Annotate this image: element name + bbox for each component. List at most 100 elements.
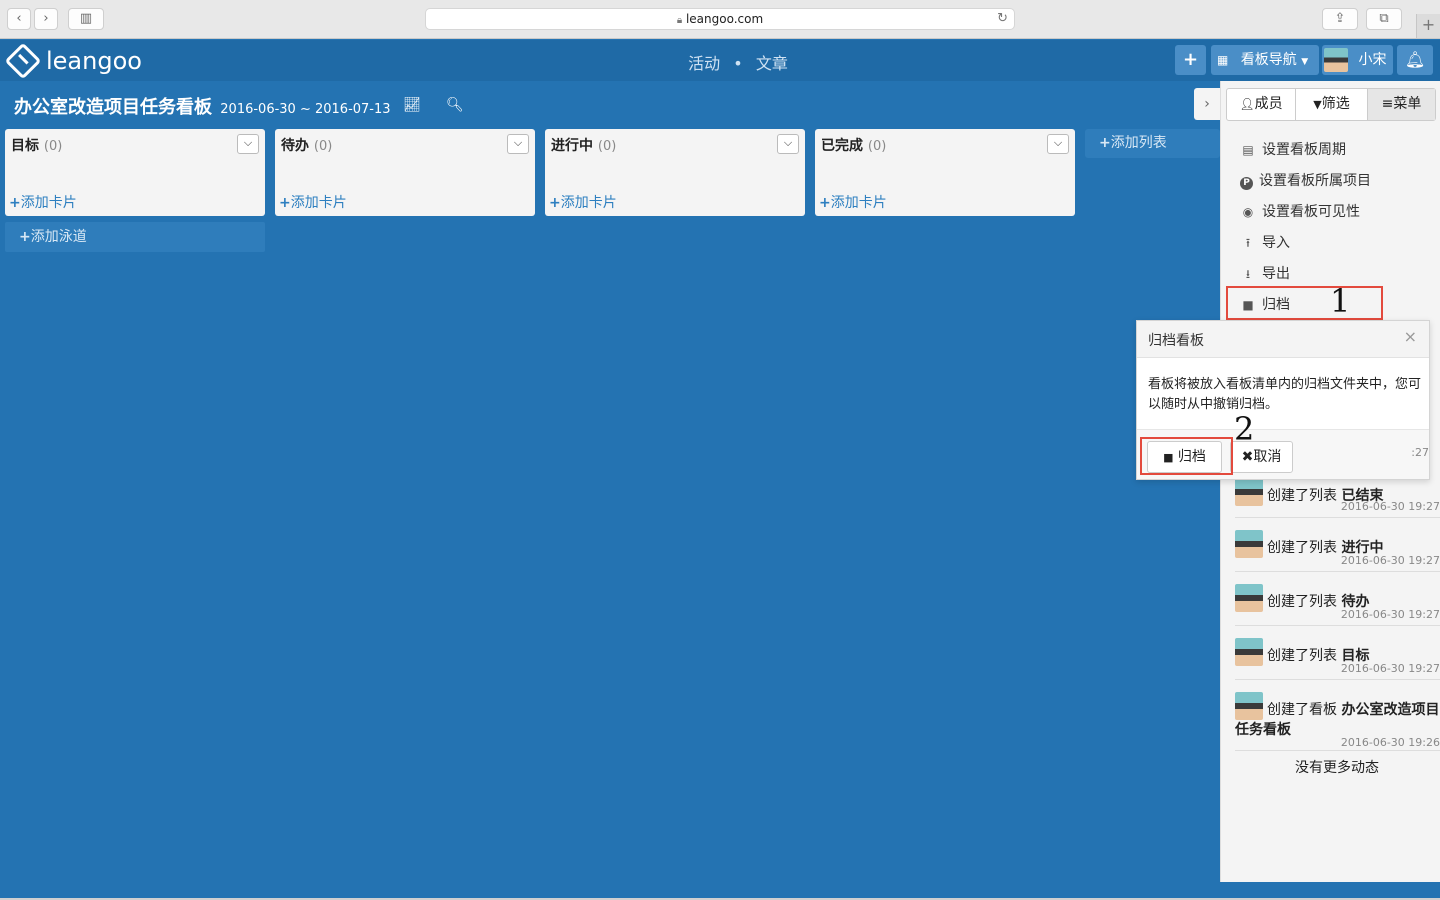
user-avatar — [1324, 48, 1348, 72]
board-title: 办公室改造项目任务看板 2016-06-30 ~ 2016-07-13 — [14, 93, 391, 119]
list-in-progress: 进行中 (0) ⌵ +添加卡片 — [545, 129, 805, 216]
plus-icon: + — [279, 195, 291, 211]
add-card-link[interactable]: +添加卡片 — [9, 192, 77, 212]
list-menu-button[interactable]: ⌵ — [237, 134, 259, 154]
add-list-button[interactable]: +添加列表 — [1085, 129, 1220, 158]
board-nav-button[interactable]: ▦ 看板导航 ▼ — [1211, 45, 1319, 75]
activity-time-stub: :27 — [1411, 446, 1429, 459]
user-menu-button[interactable]: 小宋 — [1322, 45, 1393, 75]
nav-separator: • — [733, 54, 743, 73]
chart-icon[interactable]: 📈︎ — [403, 97, 421, 113]
tabs-icon: ⧉ — [1379, 11, 1389, 26]
chevron-down-icon: ⌵ — [243, 136, 253, 149]
menu-set-visibility[interactable]: ◉ 设置看板可见性 — [1240, 201, 1360, 221]
list-count: (0) — [867, 139, 887, 154]
chevron-left-icon: ‹ — [16, 11, 22, 26]
add-button[interactable]: + — [1175, 45, 1206, 75]
collapse-panel-button[interactable]: › — [1194, 88, 1220, 120]
tab-members[interactable]: 👤︎成员 — [1227, 89, 1296, 120]
address-bar[interactable]: 🔒︎ leangoo.com ↻ — [425, 8, 1015, 30]
close-icon: ✖ — [1241, 449, 1254, 465]
list-goals: 目标 (0) ⌵ +添加卡片 — [5, 129, 265, 216]
tab-menu[interactable]: ≡菜单 — [1368, 89, 1435, 120]
list-title: 目标 (0) — [11, 138, 63, 154]
list-todo: 待办 (0) ⌵ +添加卡片 — [275, 129, 535, 216]
tabs-button[interactable]: ⧉ — [1366, 8, 1402, 30]
nav-activity[interactable]: 活动 — [688, 54, 720, 73]
activity-divider — [1235, 571, 1440, 572]
plus-icon: + — [9, 195, 21, 211]
plus-icon: + — [19, 229, 31, 245]
sidebar-toggle-button[interactable]: ▥ — [68, 8, 104, 30]
list-menu-button[interactable]: ⌵ — [507, 134, 529, 154]
activity-divider — [1235, 679, 1440, 680]
plus-icon: + — [1099, 135, 1111, 151]
chevron-down-icon: ⌵ — [783, 136, 793, 149]
bars-icon: ≡ — [1381, 96, 1394, 112]
activity-time: 2016-06-30 19:27 — [1340, 662, 1440, 675]
highlight-box-1 — [1226, 286, 1383, 320]
list-title: 待办 (0) — [281, 138, 333, 154]
activity-avatar — [1235, 638, 1263, 666]
download-icon: ⭳ — [1245, 267, 1251, 281]
popover-title: 归档看板 — [1148, 333, 1204, 349]
activity-item: 创建了看板 办公室改造项目任务看板 — [1235, 692, 1440, 740]
menu-set-period[interactable]: ▤ 设置看板周期 — [1240, 139, 1346, 159]
filter-icon: ▼ — [1313, 98, 1322, 111]
list-menu-button[interactable]: ⌵ — [777, 134, 799, 154]
chevron-right-icon: › — [1204, 96, 1210, 112]
sidebar-icon: ▥ — [79, 11, 93, 26]
reload-icon[interactable]: ↻ — [997, 9, 1008, 29]
list-count: (0) — [43, 139, 63, 154]
chevron-right-icon: › — [43, 11, 49, 26]
activity-avatar — [1235, 530, 1263, 558]
back-button[interactable]: ‹ — [7, 8, 31, 30]
board-nav-label: 看板导航 — [1240, 52, 1297, 68]
board-dates: 2016-06-30 ~ 2016-07-13 — [220, 102, 391, 117]
tab-filter[interactable]: ▼筛选 — [1296, 89, 1368, 120]
list-done: 已完成 (0) ⌵ +添加卡片 — [815, 129, 1075, 216]
activity-divider — [1235, 625, 1440, 626]
popover-message: 看板将被放入看板清单内的归档文件夹中，您可以随时从中撤销归档。 — [1148, 377, 1422, 412]
add-card-link[interactable]: +添加卡片 — [279, 192, 347, 212]
user-icon: 👤︎ — [1239, 97, 1255, 111]
new-tab-button[interactable]: + — [1416, 14, 1440, 38]
activity-time: 2016-06-30 19:26 — [1340, 736, 1440, 749]
notifications-button[interactable]: 🔔︎ — [1397, 45, 1433, 75]
list-title: 进行中 (0) — [551, 138, 617, 154]
list-menu-button[interactable]: ⌵ — [1047, 134, 1069, 154]
activity-time: 2016-06-30 19:27 — [1340, 500, 1440, 513]
list-count: (0) — [597, 139, 617, 154]
forward-button[interactable]: › — [34, 8, 58, 30]
activity-divider — [1235, 517, 1440, 518]
search-icon[interactable]: 🔍︎ — [446, 97, 464, 113]
activity-avatar — [1235, 692, 1263, 720]
chevron-down-icon: ⌵ — [513, 136, 523, 149]
no-more-activity: 没有更多动态 — [1295, 760, 1379, 776]
lock-icon: 🔒︎ — [676, 15, 683, 26]
url-text: leangoo.com — [685, 12, 764, 26]
menu-export[interactable]: ⭳ 导出 — [1240, 263, 1290, 286]
browser-toolbar: ‹ › ▥ 🔒︎ leangoo.com ↻ ⇪ ⧉ + — [0, 0, 1440, 39]
menu-import[interactable]: ⭱ 导入 — [1240, 232, 1290, 255]
user-name: 小宋 — [1358, 52, 1387, 68]
eye-icon: ◉ — [1242, 205, 1254, 219]
caret-down-icon: ▼ — [1301, 57, 1309, 67]
annotation-number-2: 2 — [1234, 410, 1255, 448]
nav-articles[interactable]: 文章 — [756, 54, 788, 73]
grid-icon: ▦ — [1217, 53, 1229, 67]
menu-set-project[interactable]: P 设置看板所属项目 — [1240, 170, 1371, 190]
add-card-link[interactable]: +添加卡片 — [819, 192, 887, 212]
share-button[interactable]: ⇪ — [1322, 8, 1358, 30]
board-title-text: 办公室改造项目任务看板 — [14, 97, 212, 118]
close-icon[interactable]: × — [1404, 327, 1417, 346]
add-card-link[interactable]: +添加卡片 — [549, 192, 617, 212]
list-title: 已完成 (0) — [821, 138, 887, 154]
add-swimlane-button[interactable]: +添加泳道 — [5, 222, 265, 252]
list-count: (0) — [313, 139, 333, 154]
activity-time: 2016-06-30 19:27 — [1340, 554, 1440, 567]
activity-divider — [1235, 750, 1440, 751]
popover-header: 归档看板 × — [1137, 321, 1429, 358]
panel-tabs: 👤︎成员 ▼筛选 ≡菜单 — [1226, 88, 1436, 121]
plus-icon: + — [549, 195, 561, 211]
